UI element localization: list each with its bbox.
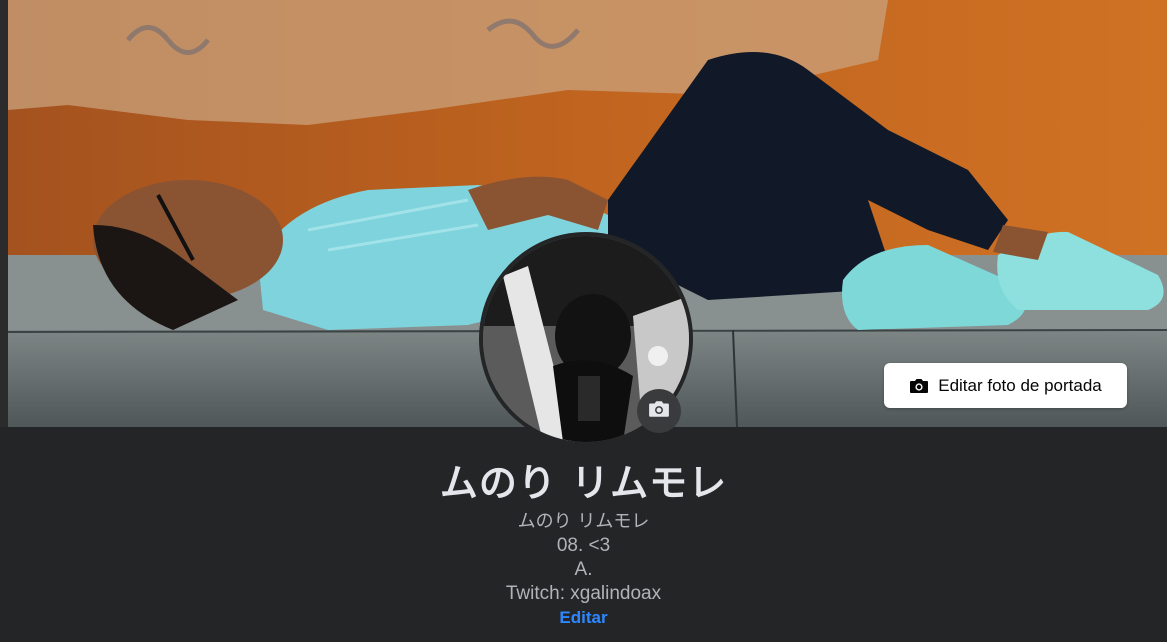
bio-line: ムのり リムモレ — [517, 511, 650, 532]
bio-line: 08. <3 — [556, 535, 611, 556]
edit-cover-photo-label: Editar foto de portada — [938, 375, 1102, 395]
profile-bio: ムのり リムモレ 08. <3 A. Twitch: xgalindoax Ed… — [0, 510, 1167, 630]
bio-line: Twitch: xgalindoax — [505, 583, 662, 604]
update-avatar-button[interactable] — [637, 389, 681, 433]
camera-icon — [648, 399, 670, 424]
edit-bio-link[interactable]: Editar — [0, 606, 1167, 630]
bio-line: A. — [574, 559, 593, 580]
camera-icon — [909, 377, 929, 395]
edit-cover-photo-button[interactable]: Editar foto de portada — [884, 363, 1127, 408]
left-edge-strip — [0, 0, 8, 427]
profile-name: ムのり リムモレ — [439, 461, 728, 505]
